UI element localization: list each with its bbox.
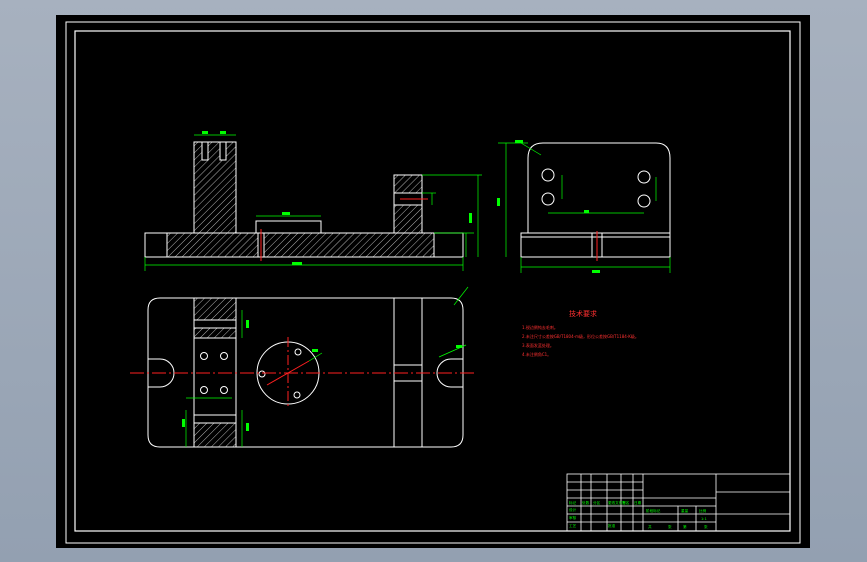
side-hole-2 (541, 192, 555, 206)
tb-sheet: 张 (668, 524, 672, 529)
top-boss-hole-2 (258, 370, 266, 378)
top-pin-4 (220, 386, 228, 394)
top-boss-hole-1 (294, 348, 302, 356)
front-left-flange (144, 232, 168, 258)
drawing-sheet: 技术要求 1.锐边倒钝去毛刺。 2.未注尺寸公差按GB/T1804-m级，形位公… (56, 15, 810, 548)
tb-label: 处数 (582, 500, 590, 505)
tb-role: 设计 (569, 507, 577, 512)
inner-frame (74, 30, 791, 532)
front-slot-b (219, 141, 227, 161)
dimension-numerals (182, 131, 600, 431)
outer-frame (65, 21, 801, 544)
tb-stage: 阶段标记 (646, 508, 661, 513)
title-block-text: 标记 处数 分区 更改文件号 签名 日期 设计 审核 工艺 批准 阶段标记 重量… (569, 500, 708, 529)
tb-sheet: 第 (683, 524, 687, 529)
tech-req-title: 技术要求 (569, 309, 597, 318)
tech-req-line: 3.表面发蓝处理。 (522, 342, 554, 348)
tb-stage: 比例 (699, 508, 707, 513)
tb-stage: 重量 (681, 508, 689, 513)
front-section-view (144, 141, 464, 261)
front-base (144, 232, 464, 258)
tb-sheet: 共 (648, 524, 652, 529)
tb-label: 标记 (569, 500, 577, 505)
side-hole-4 (637, 194, 651, 208)
cad-drawing: 技术要求 1.锐边倒钝去毛刺。 2.未注尺寸公差按GB/T1804-m级，形位公… (65, 21, 801, 544)
top-pin-1 (200, 352, 208, 360)
tb-role: 批准 (608, 523, 616, 528)
top-view (130, 297, 476, 448)
front-pocket (255, 220, 322, 234)
tech-req-line: 2.未注尺寸公差按GB/T1804-m级，形位公差按GB/T1184-K级。 (522, 333, 639, 339)
title-block (566, 473, 791, 532)
tech-req-line: 4.未注倒角C1。 (522, 351, 551, 357)
tb-sheet: 张 (704, 524, 708, 529)
front-right-flange (433, 232, 464, 258)
front-slot-a (201, 141, 209, 161)
front-left-upright (193, 141, 237, 234)
side-outline (527, 142, 671, 234)
tb-role: 工艺 (569, 523, 577, 528)
tb-label: 日期 (634, 500, 642, 505)
tb-label: 分区 (593, 500, 601, 505)
top-pin-2 (220, 352, 228, 360)
top-pin-3 (200, 386, 208, 394)
top-boss-hole-3 (293, 391, 301, 399)
side-dimensions (498, 142, 671, 273)
tb-label: 签名 (622, 500, 630, 505)
side-view (520, 142, 671, 261)
side-hole-3 (637, 170, 651, 184)
side-hole-1 (541, 168, 555, 182)
top-block-hole-upper (193, 319, 237, 329)
tb-scale: 1:1 (701, 517, 707, 521)
top-block-hole-lower (193, 414, 237, 424)
tb-role: 审核 (569, 515, 577, 520)
tech-req-lines: 1.锐边倒钝去毛刺。 2.未注尺寸公差按GB/T1804-m级，形位公差按GB/… (522, 324, 639, 357)
tech-req-line: 1.锐边倒钝去毛刺。 (522, 324, 558, 330)
top-block-hatch-upper (193, 297, 237, 339)
